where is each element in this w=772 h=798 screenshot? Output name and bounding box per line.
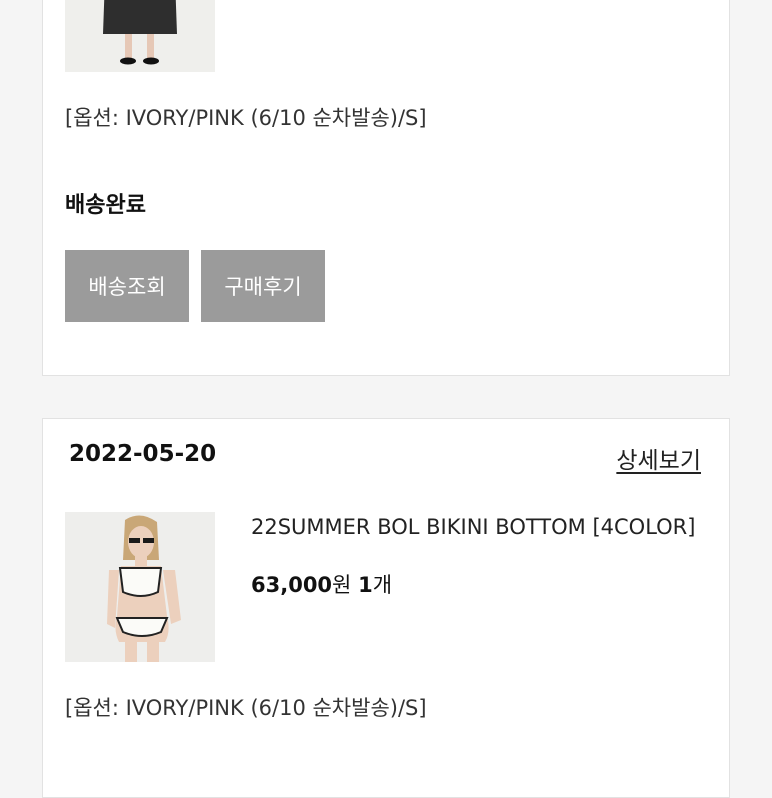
product-thumbnail[interactable] — [65, 512, 215, 662]
order-card: 2022-05-20 상세보기 22SUMMER BOL BIKINI BOTT… — [42, 418, 730, 798]
option-text: [옵션: IVORY/PINK (6/10 순차발송)/S] — [65, 106, 427, 130]
delivery-status: 배송완료 — [65, 193, 146, 218]
review-button[interactable]: 구매후기 — [201, 250, 325, 322]
product-name[interactable]: 22SUMMER BOL BIKINI BOTTOM [4COLOR] — [251, 515, 695, 539]
tracking-button[interactable]: 배송조회 — [65, 250, 189, 322]
quantity-unit: 개 — [372, 573, 393, 597]
detail-link[interactable]: 상세보기 — [616, 441, 701, 475]
product-thumbnail[interactable] — [65, 0, 215, 72]
price-quantity: 63,000원 1개 — [251, 569, 392, 599]
price-unit: 원 — [332, 573, 352, 597]
quantity-value: 1 — [358, 573, 373, 597]
order-card: [옵션: IVORY/PINK (6/10 순차발송)/S] 배송완료 배송조회… — [42, 0, 730, 376]
order-date: 2022-05-20 — [69, 441, 217, 467]
option-text: [옵션: IVORY/PINK (6/10 순차발송)/S] — [65, 696, 427, 720]
price-value: 63,000 — [251, 573, 333, 597]
